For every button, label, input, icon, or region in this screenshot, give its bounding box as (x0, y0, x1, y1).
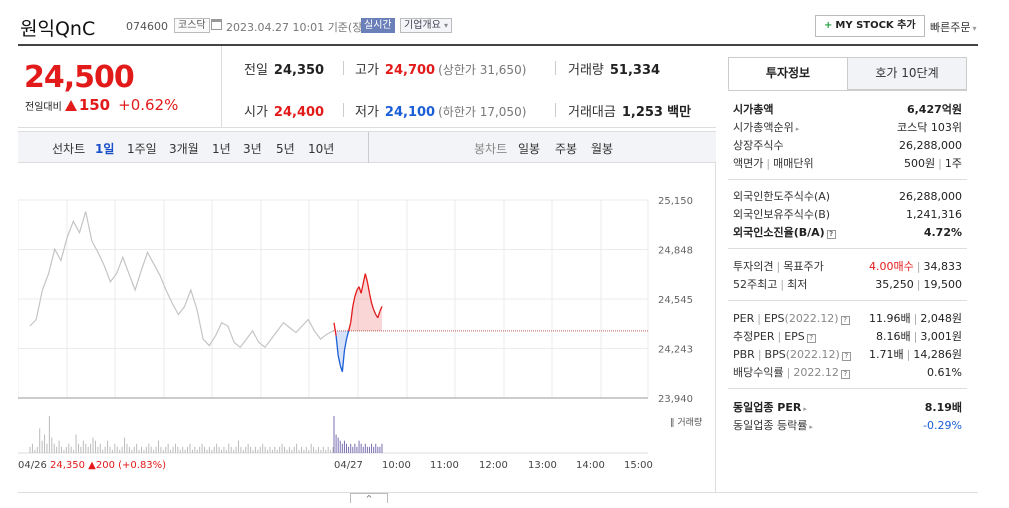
help-icon[interactable]: ? (826, 230, 836, 239)
stat-high: 고가 24,700 (상한가 31,650) (355, 63, 527, 78)
prev-day-price-line (29, 211, 334, 349)
tab-period-10y[interactable]: 10년 (308, 140, 334, 157)
today-price-fill (356, 286, 360, 331)
volume-label: ‖ 거래량 (670, 416, 702, 428)
info-row-dividend: 배당수익률 | 2022.12? 0.61% (733, 366, 962, 379)
chevron-right-icon: ▸ (795, 125, 800, 133)
tab-candle-monthly[interactable]: 월봉 (591, 140, 613, 157)
info-row-per-eps: PER | EPS(2022.12)? 11.96배 | 2,048원 (733, 312, 962, 325)
chevron-down-icon: ▾ (444, 21, 449, 30)
market-badge: 코스닥 (174, 18, 210, 33)
chart-tabs: 선차트 1일 1주일 3개월 1년 3년 5년 10년 봉차트 일봉 주봉 월봉 (18, 131, 716, 163)
x-tick-label: 15:00 (624, 460, 653, 471)
tab-period-3m[interactable]: 3개월 (169, 140, 199, 157)
help-icon[interactable]: ? (841, 352, 851, 361)
info-row-par-unit: 액면가 | 매매단위 500원 | 1주 (733, 157, 962, 170)
x-tick-label: 14:00 (576, 460, 605, 471)
info-row-cap-rank[interactable]: 시가총액순위 ▸ 코스닥 103위 (733, 119, 962, 137)
info-row-sector-change[interactable]: 동일업종 등락률 ▸ -0.29% (733, 417, 962, 435)
x-tick-label: 10:00 (382, 460, 411, 471)
realtime-badge: 실시간 (361, 18, 395, 33)
stat-open: 시가 24,400 (244, 105, 325, 120)
chevron-down-icon: ▾ (972, 24, 977, 33)
x-tick-label: 11:00 (430, 460, 459, 471)
help-icon[interactable]: ? (840, 316, 850, 325)
price-chart-svg: 25,150 24,848 24,545 24,243 23,940 ‖ 거래량 04/26… (18, 196, 702, 471)
x-tick-label: 04/27 (334, 460, 363, 471)
divider (728, 300, 967, 301)
divider (728, 388, 967, 389)
stock-name: 원익QnC (20, 18, 96, 40)
stock-header: 원익QnC 074600 코스닥 2023.04.27 10:01 기준(장중)… (18, 12, 978, 44)
investment-info-panel: 투자정보 호가 10단계 시가총액 6,427억원 시가총액순위 ▸ 코스닥 103위… (717, 46, 978, 493)
stat-amount: 거래대금 1,253 백만 (568, 105, 692, 120)
line-chart-label: 선차트 (52, 142, 86, 156)
divider (343, 103, 344, 117)
stat-low: 저가 24,100 (하한가 17,050) (355, 105, 527, 120)
info-row-sector-per[interactable]: 동일업종 PER ▸ 8.19배 (733, 399, 962, 417)
info-list: 시가총액 6,427억원 시가총액순위 ▸ 코스닥 103위 상장주식수 26,288,… (728, 90, 967, 442)
divider (555, 61, 556, 75)
x-tick-label: 04/26 (18, 460, 47, 471)
price-change: 전일대비 150 +0.62% (25, 96, 179, 114)
help-icon[interactable]: ? (840, 370, 850, 379)
info-tabs: 투자정보 호가 10단계 (728, 57, 967, 90)
info-row-52week: 52주최고 | 최저 35,250 | 19,500 (733, 278, 962, 291)
divider (728, 248, 967, 249)
prev-day-summary: 24,350 ▲200 (+0.83%) (50, 460, 166, 471)
tab-order-book-10[interactable]: 호가 10단계 (847, 57, 967, 90)
up-arrow-icon (64, 100, 77, 111)
divider (728, 179, 967, 180)
price-chart[interactable]: 25,150 24,848 24,545 24,243 23,940 ‖ 거래량 04/26… (18, 163, 716, 493)
quote-datetime: 2023.04.27 10:01 기준(장중) (226, 21, 377, 34)
info-row-shares: 상장주식수 26,288,000 (733, 139, 962, 152)
info-row-foreign-ratio: 외국인소진율(B/A)? 4.72% (733, 226, 962, 239)
y-tick-label: 23,940 (658, 394, 693, 405)
price-stats: 전일 24,350 고가 24,700 (상한가 31,650) 거래량 51,334 … (222, 46, 716, 128)
stock-code: 074600 (126, 20, 168, 33)
quick-order-button[interactable]: 빠른주문 ▾ (930, 19, 977, 35)
x-tick-label: 12:00 (479, 460, 508, 471)
info-row-foreign-limit: 외국인한도주식수(A) 26,288,000 (733, 190, 962, 203)
help-icon[interactable]: ? (806, 334, 816, 343)
chart-collapse-toggle[interactable]: ^ (350, 493, 388, 503)
chevron-right-icon: ▸ (803, 405, 807, 413)
y-tick-label: 25,150 (658, 196, 693, 207)
candle-chart-label: 봉차트 (474, 142, 508, 156)
tab-period-1y[interactable]: 1년 (212, 140, 231, 157)
divider (555, 103, 556, 117)
y-tick-label: 24,545 (658, 295, 693, 306)
info-row-market-cap: 시가총액 6,427억원 (733, 103, 962, 116)
tab-period-1d[interactable]: 1일 (95, 140, 114, 157)
chevron-right-icon: ▸ (809, 423, 813, 431)
info-row-opinion: 투자의견 | 목표주가 4.00매수 | 34,833 (733, 260, 962, 273)
x-tick-label: 13:00 (528, 460, 557, 471)
current-price: 24,500 (24, 60, 135, 95)
tab-candle-weekly[interactable]: 주봉 (555, 140, 577, 157)
info-row-est-per: 추정PER | EPS? 8.16배 | 3,001원 (733, 330, 962, 343)
stat-volume: 거래량 51,334 (568, 63, 661, 78)
tab-period-1w[interactable]: 1주일 (127, 140, 157, 157)
company-overview-dropdown[interactable]: 기업개요 ▾ (400, 18, 453, 33)
calendar-icon (211, 19, 222, 30)
divider (368, 132, 369, 163)
stat-prev-close: 전일 24,350 (244, 63, 325, 78)
tab-investment-info[interactable]: 투자정보 (728, 57, 848, 90)
tab-candle-daily[interactable]: 일봉 (518, 140, 540, 157)
y-tick-label: 24,243 (658, 345, 693, 356)
tab-period-5y[interactable]: 5년 (276, 140, 295, 157)
price-summary: 24,500 전일대비 150 +0.62% (18, 46, 222, 128)
divider (343, 61, 344, 75)
plus-icon: + (824, 20, 833, 31)
my-stock-add-button[interactable]: + MY STOCK 추가 (815, 15, 925, 37)
info-row-foreign-hold: 외국인보유주식수(B) 1,241,316 (733, 208, 962, 221)
info-row-pbr-bps: PBR | BPS(2022.12)? 1.71배 | 14,286원 (733, 348, 962, 361)
tab-period-3y[interactable]: 3년 (243, 140, 262, 157)
y-tick-label: 24,848 (658, 246, 693, 257)
